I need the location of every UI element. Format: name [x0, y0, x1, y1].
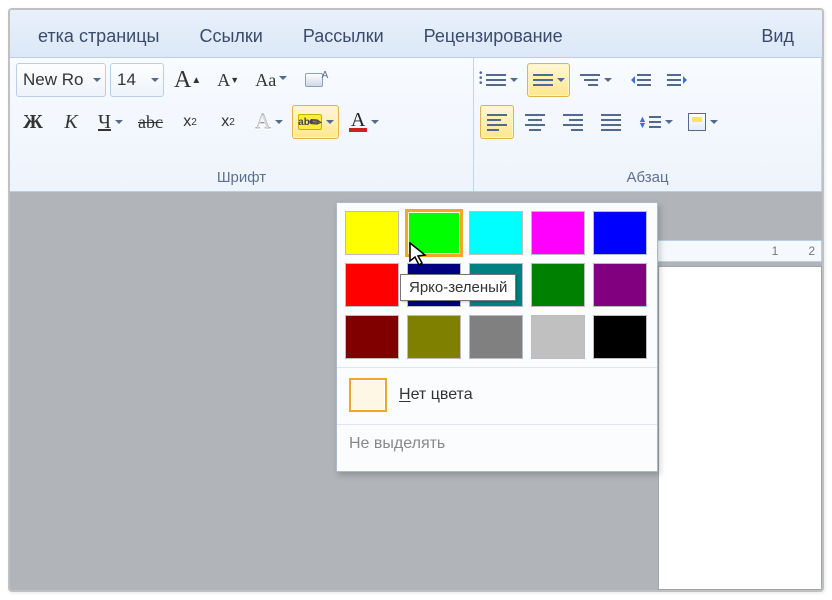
- numbering-icon: [533, 74, 553, 86]
- bullets-button[interactable]: [480, 63, 523, 97]
- align-left-button[interactable]: [480, 105, 514, 139]
- clear-formatting-button[interactable]: [297, 63, 331, 97]
- color-swatch-yellow[interactable]: [345, 211, 399, 255]
- no-color-icon: [349, 378, 387, 412]
- italic-button[interactable]: К: [54, 105, 88, 139]
- bold-button[interactable]: Ж: [16, 105, 50, 139]
- tab-references[interactable]: Ссылки: [179, 18, 282, 57]
- grow-font-button[interactable]: A▲: [168, 63, 207, 97]
- align-center-icon: [525, 114, 545, 131]
- no-color-label: Нет цвета: [399, 386, 473, 404]
- color-swatch-gray[interactable]: [469, 315, 523, 359]
- justify-icon: [601, 114, 621, 131]
- shading-icon: [688, 113, 706, 131]
- color-swatch-lightgray[interactable]: [531, 315, 585, 359]
- align-left-icon: [487, 114, 507, 131]
- decrease-indent-button[interactable]: [621, 63, 657, 97]
- align-right-icon: [563, 114, 583, 131]
- text-effects-button[interactable]: A: [249, 105, 288, 139]
- color-swatch-purple[interactable]: [593, 263, 647, 307]
- highlight-icon: ab✎: [298, 114, 322, 130]
- subscript-button[interactable]: x2: [173, 105, 207, 139]
- line-spacing-icon: ▲▼: [638, 116, 661, 128]
- color-tooltip: Ярко-зеленый: [400, 274, 516, 301]
- color-swatch-black[interactable]: [593, 315, 647, 359]
- multilevel-button[interactable]: [574, 63, 617, 97]
- align-right-button[interactable]: [556, 105, 590, 139]
- color-swatch-olive[interactable]: [407, 315, 461, 359]
- numbering-button[interactable]: [527, 63, 570, 97]
- bullets-icon: [486, 74, 506, 86]
- color-swatch-blue[interactable]: [593, 211, 647, 255]
- highlight-color-button[interactable]: ab✎: [292, 105, 339, 139]
- document-page[interactable]: [658, 266, 822, 590]
- ruler-mark: 1: [772, 244, 779, 258]
- group-font-label: Шрифт: [16, 167, 467, 191]
- horizontal-ruler[interactable]: 1 2: [650, 240, 822, 262]
- color-swatch-red[interactable]: [345, 263, 399, 307]
- color-swatch-magenta[interactable]: [531, 211, 585, 255]
- group-paragraph-label: Абзац: [480, 167, 815, 191]
- color-swatch-cyan[interactable]: [469, 211, 523, 255]
- underline-button[interactable]: Ч: [92, 105, 128, 139]
- tab-review[interactable]: Рецензирование: [404, 18, 583, 57]
- align-center-button[interactable]: [518, 105, 552, 139]
- tab-page-layout[interactable]: етка страницы: [18, 18, 179, 57]
- superscript-button[interactable]: x2: [211, 105, 245, 139]
- group-font: New Ro 14 A▲ A▼ Aa Ж К Ч abc x2 x2 A a: [10, 58, 474, 191]
- line-spacing-button[interactable]: ▲▼: [632, 105, 678, 139]
- stop-highlight-option[interactable]: Не выделять: [345, 425, 649, 465]
- strikethrough-button[interactable]: abc: [132, 105, 169, 139]
- font-color-button[interactable]: A: [343, 105, 384, 139]
- change-case-button[interactable]: Aa: [249, 63, 293, 97]
- ruler-mark: 2: [808, 244, 815, 258]
- color-swatch-bright-green[interactable]: [407, 211, 461, 255]
- tab-view[interactable]: Вид: [741, 18, 814, 57]
- multilevel-icon: [580, 74, 600, 86]
- font-size-combo[interactable]: 14: [110, 63, 164, 97]
- increase-indent-icon: [667, 74, 691, 86]
- highlight-color-popup: Нет цвета Не выделять: [336, 202, 658, 472]
- shading-button[interactable]: [682, 105, 723, 139]
- decrease-indent-icon: [627, 74, 651, 86]
- increase-indent-button[interactable]: [661, 63, 697, 97]
- eraser-icon: [305, 73, 323, 87]
- ribbon-tabs: етка страницы Ссылки Рассылки Рецензиров…: [10, 10, 822, 58]
- group-paragraph: ▲▼ Абзац: [474, 58, 822, 191]
- color-swatch-darkred[interactable]: [345, 315, 399, 359]
- color-swatch-green[interactable]: [531, 263, 585, 307]
- no-color-option[interactable]: Нет цвета: [345, 368, 649, 420]
- shrink-font-button[interactable]: A▼: [211, 63, 245, 97]
- tab-mailings[interactable]: Рассылки: [283, 18, 404, 57]
- justify-button[interactable]: [594, 105, 628, 139]
- font-name-combo[interactable]: New Ro: [16, 63, 106, 97]
- ribbon: New Ro 14 A▲ A▼ Aa Ж К Ч abc x2 x2 A a: [10, 58, 822, 192]
